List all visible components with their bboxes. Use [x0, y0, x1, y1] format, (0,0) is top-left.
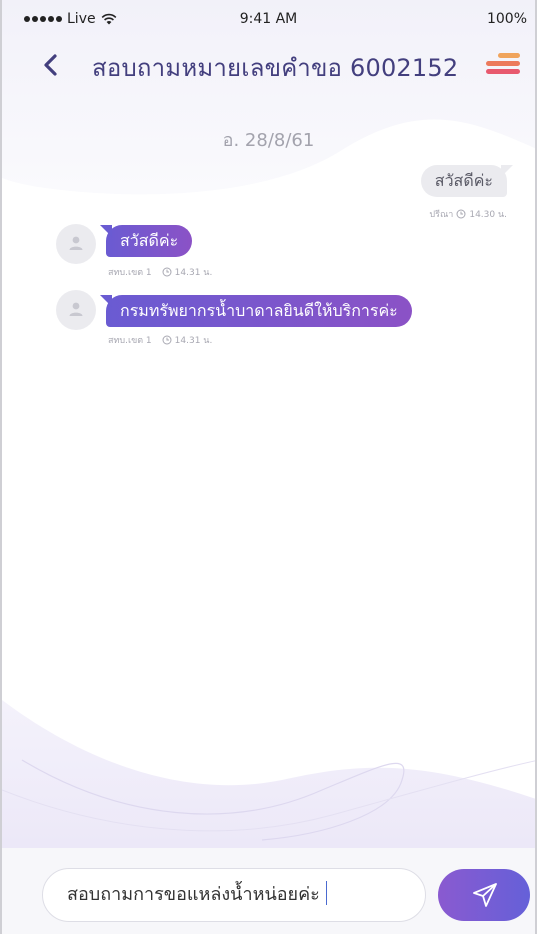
incoming-message-bubble: กรมทรัพยากรน้ำบาดาลยินดีให้บริการค่ะ [106, 295, 412, 327]
message-sender: สทบ.เขต 1 [108, 336, 152, 346]
text-caret [325, 881, 328, 905]
user-icon [69, 236, 83, 250]
message-sender: ปรีณา [429, 210, 454, 220]
page-title: สอบถามหมายเลขคำขอ 6002152 [92, 54, 459, 82]
back-button[interactable] [38, 50, 66, 80]
avatar [56, 290, 96, 330]
message-time: 14.30 น. [469, 210, 507, 220]
incoming-message-bubble: สวัสดีค่ะ [106, 225, 193, 257]
outgoing-message-meta: ปรีณา 14.30 น. [429, 207, 507, 221]
chat-header: สอบถามหมายเลขคำขอ 6002152 [2, 36, 535, 92]
message-time: 14.31 น. [174, 336, 213, 346]
incoming-message-meta: สทบ.เขต 1 14.31 น. [108, 265, 212, 279]
clock-icon [162, 335, 172, 345]
outgoing-message-bubble: สวัสดีค่ะ [420, 165, 507, 197]
message-composer: สอบถามการขอแหล่งน้ำหน่อยค่ะ [2, 848, 535, 934]
chat-screen: Live 9:41 AM 100% สอบถามหมายเลขคำขอ 6002… [0, 0, 537, 934]
clock-icon [456, 209, 466, 219]
paper-plane-icon [473, 883, 497, 907]
clock-icon [162, 267, 172, 277]
status-bar: Live 9:41 AM 100% [2, 0, 535, 36]
incoming-message-meta: สทบ.เขต 1 14.31 น. [108, 333, 212, 347]
chevron-left-icon [44, 54, 57, 76]
menu-button[interactable] [486, 53, 522, 79]
battery-percentage: 100% [486, 11, 527, 27]
status-time: 9:41 AM [239, 11, 298, 27]
send-button[interactable] [438, 869, 530, 921]
message-time: 14.31 น. [174, 268, 213, 278]
hamburger-menu-icon [498, 53, 520, 58]
message-sender: สทบ.เขต 1 [108, 268, 152, 278]
user-icon [69, 302, 83, 316]
message-input-value: สอบถามการขอแหล่งน้ำหน่อยค่ะ [67, 884, 320, 905]
avatar [56, 224, 96, 264]
message-input[interactable]: สอบถามการขอแหล่งน้ำหน่อยค่ะ [42, 868, 426, 922]
chat-date-separator: อ. 28/8/61 [222, 130, 315, 151]
